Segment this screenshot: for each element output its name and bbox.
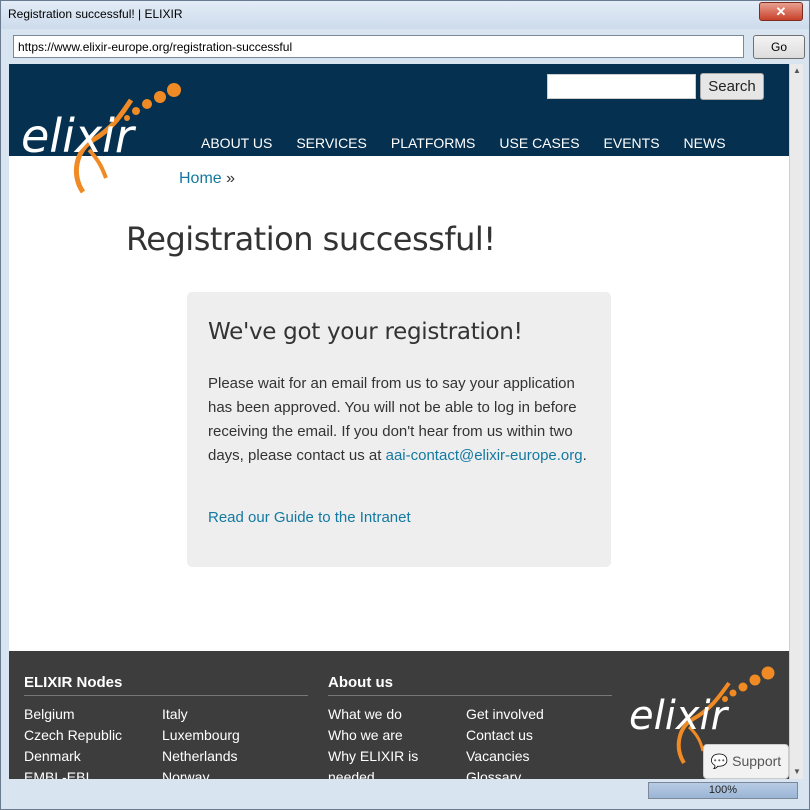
footer-link[interactable]: Italy bbox=[162, 706, 188, 722]
footer-link[interactable]: Vacancies bbox=[466, 748, 530, 764]
confirmation-message: Please wait for an email from us to say … bbox=[208, 372, 600, 468]
nav-about-us[interactable]: ABOUT US bbox=[201, 135, 272, 151]
footer-logo-wordmark: elixir bbox=[629, 693, 730, 739]
title-bar: Registration successful! | ELIXIR ✕ bbox=[1, 1, 809, 29]
footer-nodes: ELIXIR Nodes Belgium Czech Republic Denm… bbox=[24, 674, 308, 779]
footer-link[interactable]: Czech Republic bbox=[24, 727, 122, 743]
elixir-logo[interactable]: elixir bbox=[21, 80, 181, 195]
footer-link[interactable]: What we do bbox=[328, 706, 402, 722]
go-button[interactable]: Go bbox=[753, 35, 805, 59]
address-bar: Go bbox=[9, 34, 805, 60]
contact-email-link[interactable]: aai-contact@elixir-europe.org bbox=[386, 447, 583, 464]
window-title: Registration successful! | ELIXIR bbox=[8, 7, 183, 21]
nav-use-cases[interactable]: USE CASES bbox=[499, 135, 579, 151]
confirmation-box: We've got your registration! Please wait… bbox=[187, 292, 611, 567]
nav-platforms[interactable]: PLATFORMS bbox=[391, 135, 476, 151]
breadcrumb: Home » bbox=[179, 170, 235, 188]
page-title: Registration successful! bbox=[126, 220, 496, 258]
scroll-down-icon[interactable]: ▼ bbox=[792, 767, 802, 777]
footer-link[interactable]: Glossary bbox=[466, 769, 521, 779]
footer-link[interactable]: Get involved bbox=[466, 706, 544, 722]
footer-link[interactable]: Who we are bbox=[328, 727, 403, 743]
zoom-level[interactable]: 100% bbox=[648, 782, 798, 799]
footer-about-heading: About us bbox=[328, 674, 612, 696]
footer-link[interactable]: Denmark bbox=[24, 748, 81, 764]
nav-services[interactable]: SERVICES bbox=[296, 135, 367, 151]
site-footer: ELIXIR Nodes Belgium Czech Republic Denm… bbox=[9, 651, 789, 779]
support-button[interactable]: 💬 Support bbox=[703, 744, 789, 779]
confirmation-heading: We've got your registration! bbox=[208, 319, 523, 345]
message-end: . bbox=[582, 447, 587, 464]
footer-about: About us What we do Who we are Why ELIXI… bbox=[328, 674, 612, 779]
url-input[interactable] bbox=[13, 35, 744, 58]
search-input[interactable] bbox=[547, 74, 696, 99]
footer-nodes-heading: ELIXIR Nodes bbox=[24, 674, 308, 696]
vertical-scrollbar[interactable]: ▲ ▼ bbox=[789, 64, 803, 779]
footer-link[interactable]: Luxembourg bbox=[162, 727, 240, 743]
footer-link[interactable]: needed bbox=[328, 769, 375, 779]
search-button[interactable]: Search bbox=[700, 73, 764, 100]
logo-wordmark: elixir bbox=[21, 109, 137, 163]
page-viewport: Search ABOUT US SERVICES PLATFORMS USE C… bbox=[9, 64, 789, 779]
footer-link[interactable]: Belgium bbox=[24, 706, 75, 722]
footer-link[interactable]: EMBL-EBI bbox=[24, 769, 89, 779]
breadcrumb-home-link[interactable]: Home bbox=[179, 170, 222, 187]
breadcrumb-separator: » bbox=[221, 170, 236, 187]
footer-link[interactable]: Contact us bbox=[466, 727, 533, 743]
status-bar: 100% bbox=[1, 779, 809, 809]
close-button[interactable]: ✕ bbox=[759, 2, 803, 21]
footer-link[interactable]: Norway bbox=[162, 769, 209, 779]
footer-link[interactable]: Netherlands bbox=[162, 748, 238, 764]
nav-news[interactable]: NEWS bbox=[684, 135, 726, 151]
main-nav: ABOUT US SERVICES PLATFORMS USE CASES EV… bbox=[201, 135, 750, 151]
intranet-guide-link[interactable]: Read our Guide to the Intranet bbox=[208, 509, 411, 526]
footer-link[interactable]: Why ELIXIR is bbox=[328, 748, 418, 764]
nav-events[interactable]: EVENTS bbox=[604, 135, 660, 151]
browser-window: Registration successful! | ELIXIR ✕ Go S… bbox=[0, 0, 810, 810]
scroll-up-icon[interactable]: ▲ bbox=[792, 66, 802, 76]
